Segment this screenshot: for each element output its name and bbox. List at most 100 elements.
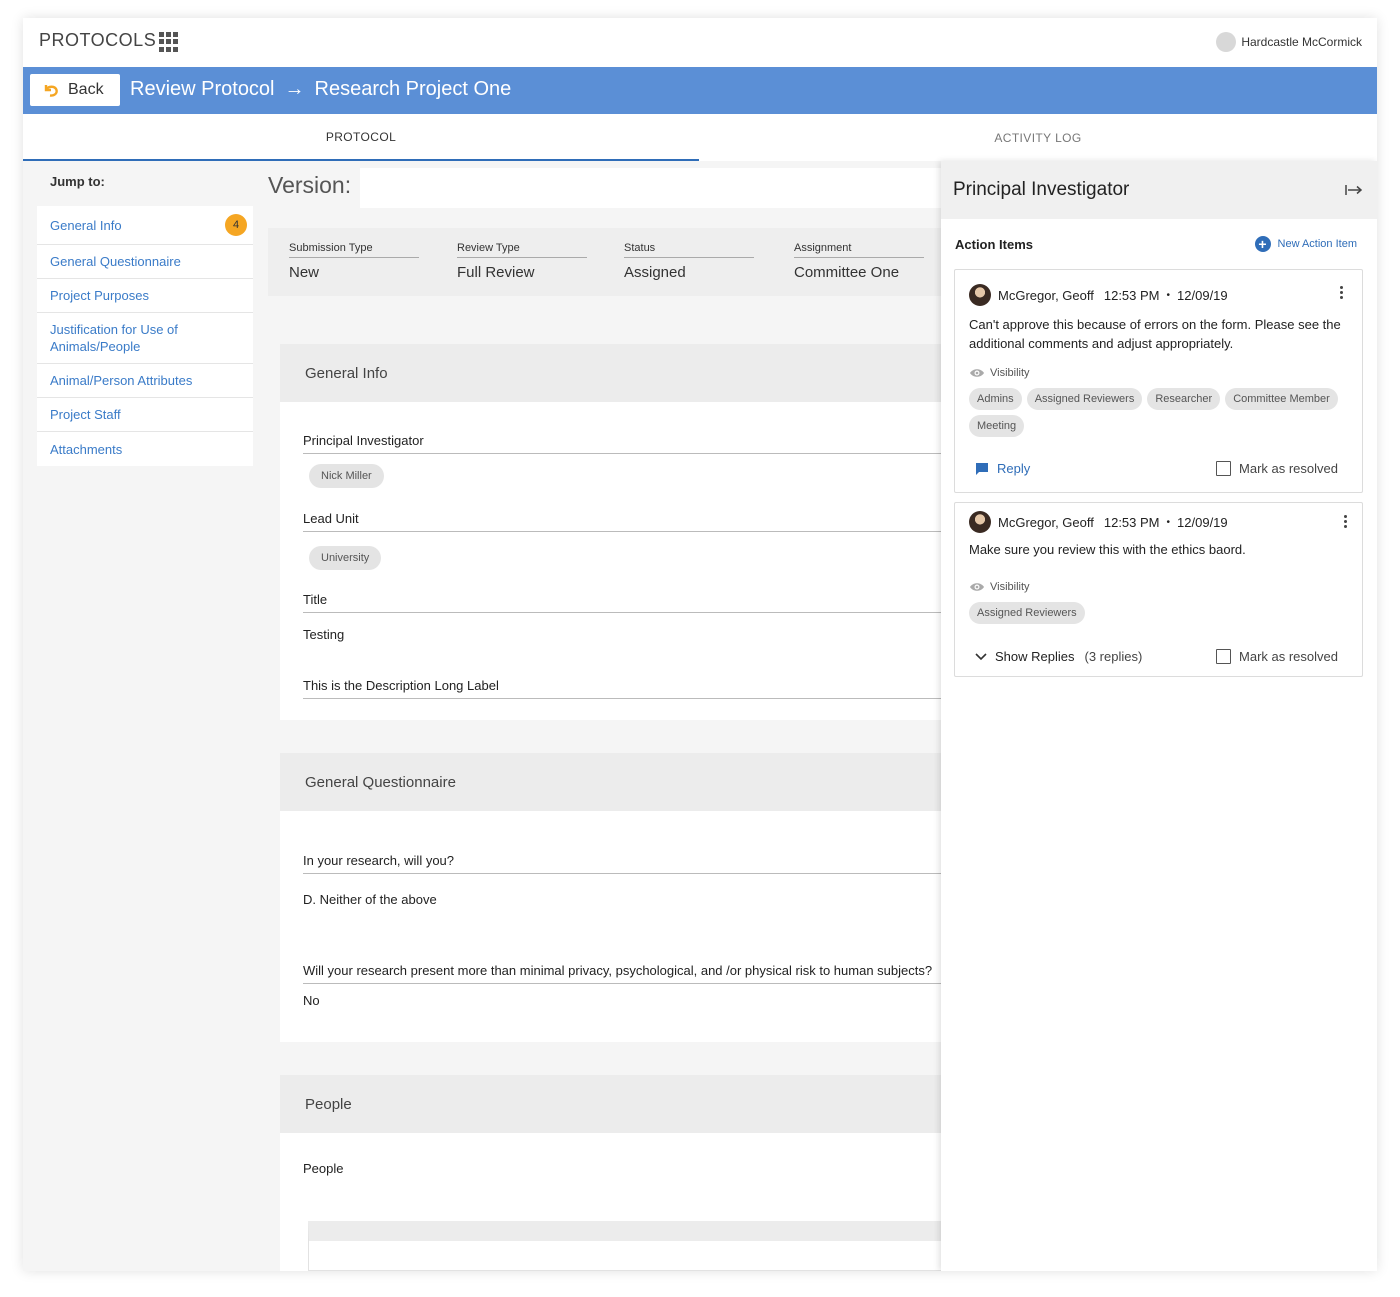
breadcrumb-project: Research Project One bbox=[314, 78, 512, 100]
app-window: PROTOCOLS Hardcastle McCormick Back Revi… bbox=[23, 18, 1377, 1271]
section-title: General Questionnaire bbox=[280, 753, 950, 811]
visibility-row: Visibility bbox=[969, 581, 1030, 593]
section-people: People People bbox=[280, 1075, 958, 1271]
jump-item-general-info[interactable]: General Info 4 bbox=[37, 206, 253, 245]
tab-protocol[interactable]: PROTOCOL bbox=[23, 114, 699, 161]
jump-item-label: Project Staff bbox=[50, 407, 121, 422]
eye-icon bbox=[970, 583, 984, 591]
comment-time: 12:53 PM bbox=[1103, 287, 1160, 303]
lead-unit-chip: University bbox=[309, 546, 382, 570]
people-table bbox=[308, 1221, 958, 1271]
action-items-row: Action Items + New Action Item bbox=[941, 219, 1377, 252]
jump-item-label: Attachments bbox=[50, 441, 123, 457]
jump-item-justification[interactable]: Justification for Use of Animals/People bbox=[37, 313, 253, 364]
jump-item-attachments[interactable]: Attachments bbox=[37, 432, 253, 466]
app-title: PROTOCOLS bbox=[39, 30, 157, 50]
replies-count: (3 replies) bbox=[1084, 649, 1143, 664]
author-name: McGregor, Geoff bbox=[998, 287, 1094, 303]
mark-resolved-toggle[interactable]: Mark as resolved bbox=[1216, 461, 1338, 476]
jump-item-project-staff[interactable]: Project Staff bbox=[37, 398, 253, 432]
more-options-icon[interactable] bbox=[1344, 515, 1348, 528]
action-items-label: Action Items bbox=[955, 236, 1034, 252]
description-label: This is the Description Long Label bbox=[303, 678, 953, 699]
visibility-chips: Admins Assigned Reviewers Researcher Com… bbox=[969, 388, 1359, 437]
meta-value: Committee One bbox=[794, 264, 900, 281]
visibility-chip: Researcher bbox=[1147, 388, 1221, 410]
comment-icon bbox=[976, 463, 988, 475]
meta-label: Submission Type bbox=[289, 242, 419, 258]
meta-assignment: Assignment Committee One bbox=[794, 242, 924, 281]
jump-to-label: Jump to: bbox=[50, 174, 105, 189]
user-menu[interactable]: Hardcastle McCormick bbox=[1216, 32, 1362, 52]
breadcrumb-arrow-icon: → bbox=[284, 78, 305, 100]
panel-title: Principal Investigator bbox=[953, 179, 1130, 200]
tab-bar: PROTOCOL ACTIVITY LOG bbox=[23, 114, 1377, 161]
meta-label: Assignment bbox=[794, 242, 924, 258]
meta-submission-type: Submission Type New bbox=[289, 242, 419, 281]
title-label: Title bbox=[303, 592, 953, 613]
show-replies-button[interactable]: Show Replies (3 replies) bbox=[975, 649, 1142, 664]
lead-unit-label: Lead Unit bbox=[303, 511, 953, 532]
jump-item-label: General Questionnaire bbox=[50, 254, 181, 269]
meta-status: Status Assigned bbox=[624, 242, 754, 281]
version-row: Version: bbox=[268, 168, 950, 208]
answer-2: No bbox=[303, 993, 320, 1008]
version-select[interactable] bbox=[360, 168, 950, 208]
action-items-panel: Principal Investigator Action Items + Ne… bbox=[941, 161, 1377, 1271]
card-actions: Reply Mark as resolved bbox=[975, 461, 1338, 476]
answer-1: D. Neither of the above bbox=[303, 892, 437, 907]
tab-activity-log[interactable]: ACTIVITY LOG bbox=[699, 114, 1377, 161]
visibility-label: Visibility bbox=[990, 581, 1030, 593]
title-value: Testing bbox=[303, 627, 345, 642]
jump-item-label: Justification for Use of Animals/People bbox=[50, 322, 178, 354]
visibility-chip: Assigned Reviewers bbox=[1026, 388, 1143, 410]
section-general-info: General Info Principal Investigator Nick… bbox=[280, 344, 953, 720]
more-options-icon[interactable] bbox=[1340, 286, 1344, 299]
card-header: McGregor, Geoff 12:53 PM • 12/09/19 bbox=[969, 284, 1228, 306]
chevron-down-icon bbox=[975, 652, 987, 660]
jump-item-general-questionnaire[interactable]: General Questionnaire bbox=[37, 245, 253, 279]
meta-review-type: Review Type Full Review bbox=[457, 242, 587, 281]
resolved-checkbox[interactable] bbox=[1216, 649, 1232, 664]
author-avatar bbox=[969, 284, 991, 306]
visibility-chip: Meeting bbox=[969, 415, 1025, 437]
count-badge: 4 bbox=[225, 214, 247, 236]
question-2: Will your research present more than min… bbox=[303, 963, 953, 984]
version-label: Version: bbox=[268, 172, 352, 198]
pi-label: Principal Investigator bbox=[303, 433, 953, 454]
resolved-label: Mark as resolved bbox=[1239, 461, 1338, 476]
jump-item-project-purposes[interactable]: Project Purposes bbox=[37, 279, 253, 313]
visibility-row: Visibility bbox=[969, 367, 1030, 379]
reply-label: Reply bbox=[997, 461, 1031, 476]
reply-button[interactable]: Reply bbox=[975, 461, 1030, 476]
action-item-card: McGregor, Geoff 12:53 PM • 12/09/19 Can'… bbox=[954, 269, 1363, 493]
user-avatar bbox=[1216, 32, 1237, 52]
separator-dot: • bbox=[1166, 289, 1171, 301]
back-label: Back bbox=[68, 81, 104, 98]
breadcrumb: Review Protocol → Research Project One bbox=[130, 78, 511, 101]
jump-item-attributes[interactable]: Animal/Person Attributes bbox=[37, 364, 253, 398]
meta-value: New bbox=[289, 264, 320, 281]
comment-time: 12:53 PM bbox=[1103, 514, 1160, 530]
pi-chip: Nick Miller bbox=[309, 464, 384, 488]
visibility-chip: Admins bbox=[969, 388, 1022, 410]
mark-resolved-toggle[interactable]: Mark as resolved bbox=[1216, 649, 1338, 664]
new-action-item-button[interactable]: + New Action Item bbox=[1254, 236, 1357, 252]
page-header: Back Review Protocol → Research Project … bbox=[23, 67, 1377, 114]
meta-label: Review Type bbox=[457, 242, 587, 258]
resolved-checkbox[interactable] bbox=[1216, 461, 1232, 476]
card-actions: Show Replies (3 replies) Mark as resolve… bbox=[975, 649, 1338, 664]
resolved-label: Mark as resolved bbox=[1239, 649, 1338, 664]
jump-item-label: Project Purposes bbox=[50, 288, 149, 303]
separator-dot: • bbox=[1166, 516, 1171, 528]
jump-item-label: Animal/Person Attributes bbox=[50, 373, 193, 388]
back-button[interactable]: Back bbox=[30, 74, 120, 106]
visibility-chip: Assigned Reviewers bbox=[969, 602, 1085, 624]
user-name: Hardcastle McCormick bbox=[1241, 35, 1362, 49]
apps-grid-icon[interactable] bbox=[159, 32, 179, 52]
jump-item-label: General Info bbox=[50, 217, 122, 233]
show-replies-label: Show Replies bbox=[995, 649, 1075, 664]
collapse-panel-icon[interactable] bbox=[1345, 183, 1363, 197]
breadcrumb-review-protocol[interactable]: Review Protocol bbox=[130, 78, 275, 101]
meta-value: Assigned bbox=[624, 264, 686, 281]
